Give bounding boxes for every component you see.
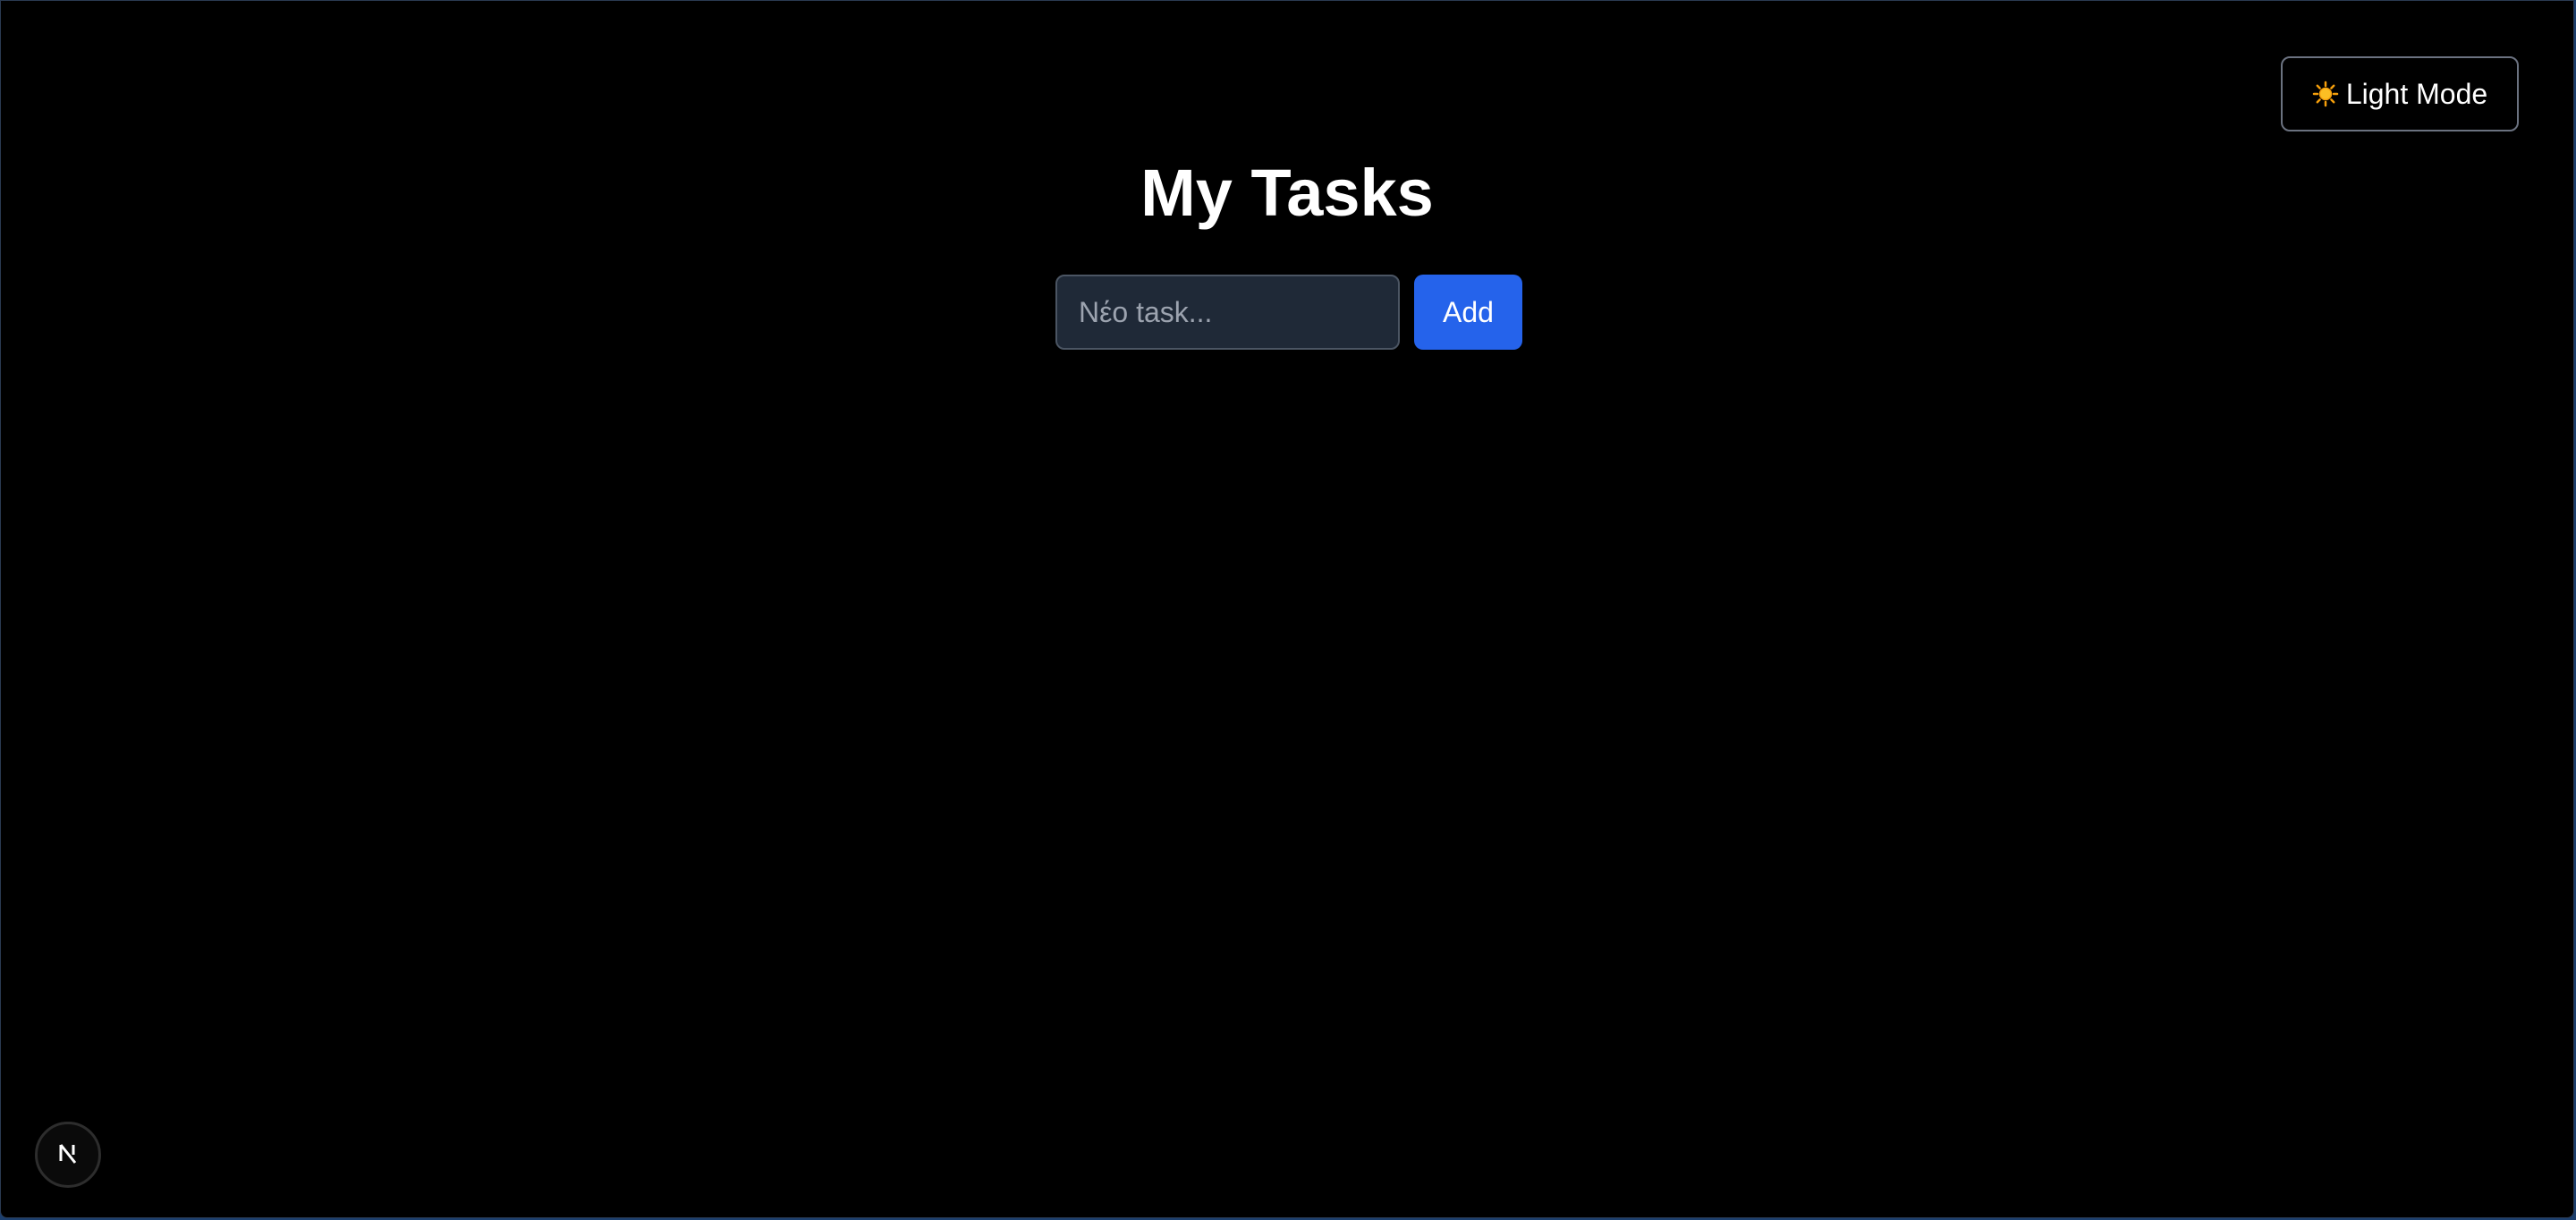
page-title: My Tasks	[1140, 156, 1434, 230]
nextjs-dev-badge[interactable]	[35, 1122, 101, 1188]
sun-icon	[2312, 80, 2339, 107]
theme-toggle-label: Light Mode	[2345, 77, 2488, 110]
add-task-button[interactable]: Add	[1414, 275, 1522, 350]
theme-toggle-button[interactable]: Light Mode	[2281, 56, 2519, 131]
nextjs-logo-icon	[55, 1140, 81, 1171]
new-task-input[interactable]	[1055, 275, 1400, 350]
app-window: Light Mode My Tasks Add	[0, 0, 2574, 1218]
